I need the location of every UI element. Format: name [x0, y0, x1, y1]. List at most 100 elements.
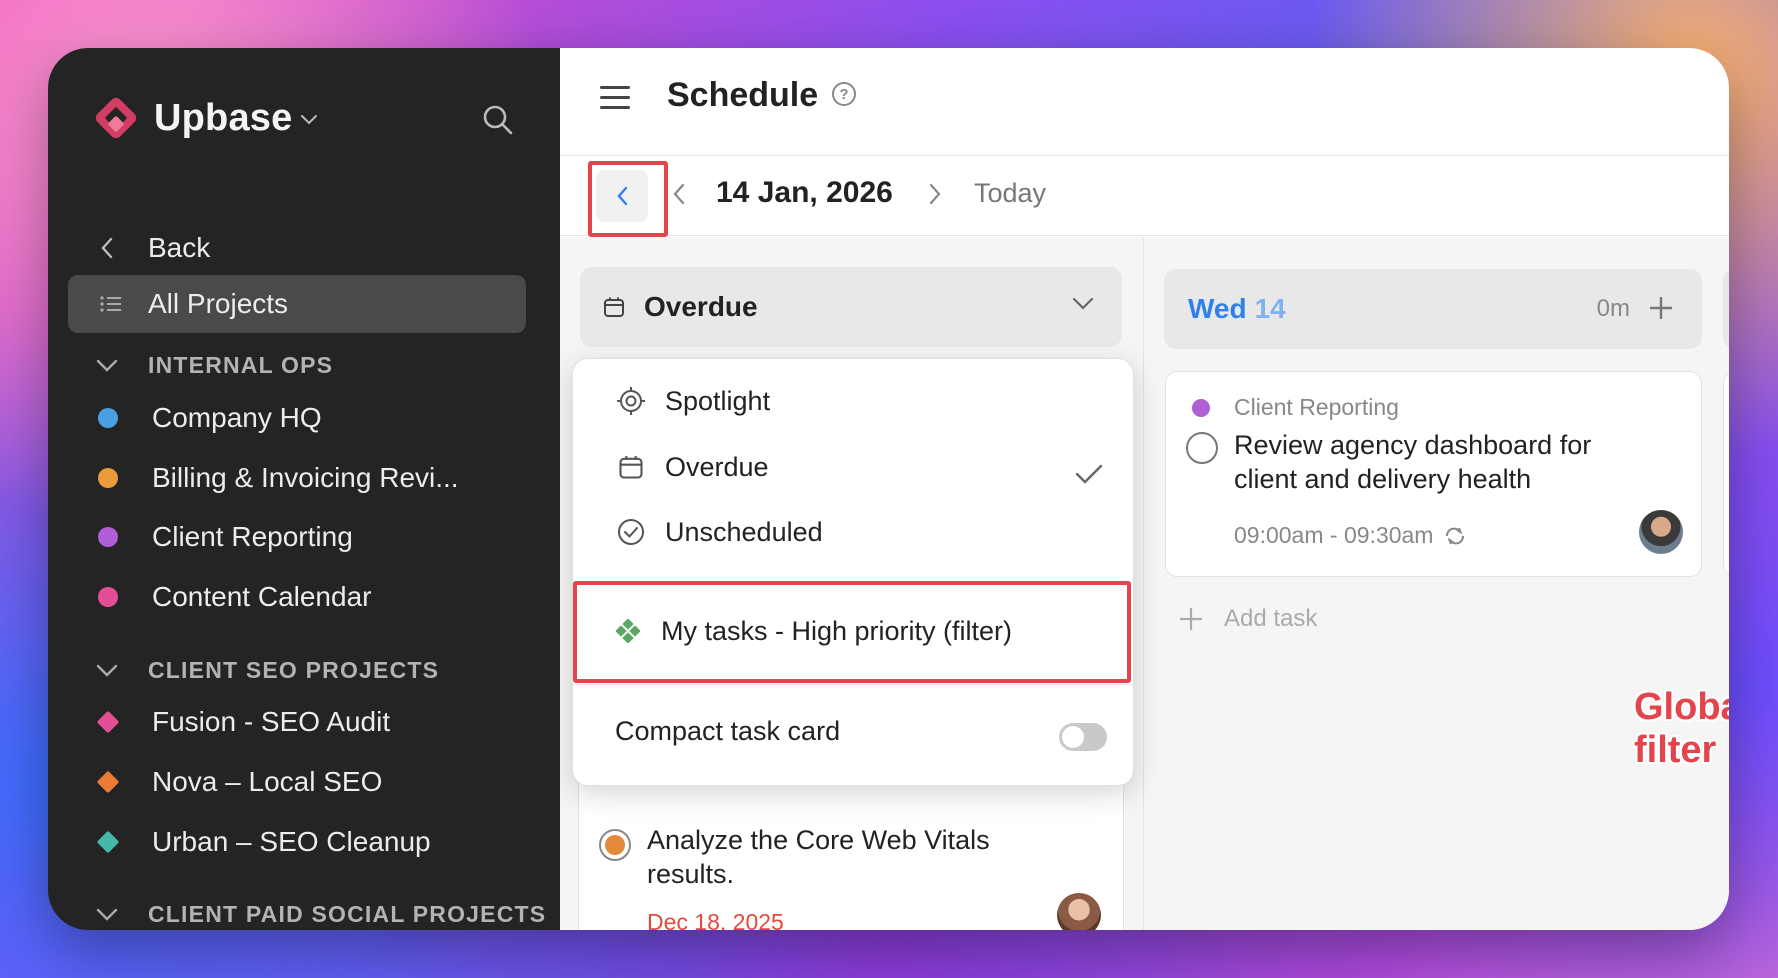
- project-color-dot: [98, 468, 118, 488]
- page-title: Schedule: [667, 76, 819, 114]
- checkmark-icon: [1075, 464, 1103, 484]
- add-task-label: Add task: [1224, 605, 1318, 632]
- section-client-seo-projects[interactable]: CLIENT SEO PROJECTS: [96, 657, 439, 684]
- project-name: Company HQ: [152, 402, 322, 433]
- section-title: INTERNAL OPS: [148, 352, 334, 378]
- compact-task-card-label: Compact task card: [615, 716, 841, 746]
- project-item[interactable]: Nova – Local SEO: [96, 766, 383, 798]
- task-status-checkbox[interactable]: [1186, 432, 1218, 464]
- workspace-name: Upbase: [154, 96, 293, 139]
- project-item[interactable]: Content Calendar: [98, 581, 371, 613]
- avatar: [1057, 893, 1101, 930]
- project-item[interactable]: Urban – SEO Cleanup: [96, 826, 431, 858]
- project-color-dot: [98, 408, 118, 428]
- task-time: 09:00am - 09:30am: [1234, 522, 1467, 549]
- project-color-dot: [1192, 398, 1210, 417]
- help-icon[interactable]: ?: [832, 82, 856, 106]
- app-window: Upbase Back All Projects INTERNAL OPS Co…: [48, 48, 1729, 930]
- chevron-down-icon: [301, 115, 318, 125]
- project-item[interactable]: Company HQ: [98, 402, 322, 434]
- target-icon: [615, 385, 647, 417]
- project-name: Content Calendar: [152, 581, 372, 612]
- compact-task-card-row: Compact task card: [615, 716, 840, 747]
- overdue-column-header[interactable]: Overdue: [580, 267, 1122, 347]
- project-name: Billing & Invoicing Revi...: [152, 462, 459, 493]
- annotation-label: Global filter: [1634, 686, 1729, 771]
- project-name: Urban – SEO Cleanup: [152, 826, 431, 857]
- project-name: Client Reporting: [152, 521, 353, 552]
- upbase-logo: [95, 97, 137, 139]
- menu-icon[interactable]: [600, 86, 630, 109]
- next-card-edge: [1723, 371, 1729, 577]
- project-diamond-icon: [96, 830, 120, 854]
- sidebar-item-all-projects[interactable]: All Projects: [68, 275, 526, 333]
- project-name: Fusion - SEO Audit: [152, 706, 391, 737]
- overdue-column-title: Overdue: [644, 291, 758, 322]
- add-task-button[interactable]: Add task: [1178, 605, 1317, 633]
- task-title: Analyze the Core Web Vitals results.: [647, 825, 990, 889]
- project-color-dot: [98, 587, 118, 607]
- menu-divider: [573, 684, 1133, 685]
- task-due-date: Dec 18, 2025: [647, 909, 784, 930]
- list-icon: [100, 295, 132, 313]
- task-project-name: Client Reporting: [1234, 394, 1399, 420]
- menu-item-unscheduled[interactable]: Unscheduled: [615, 516, 823, 548]
- task-status-checkbox[interactable]: [599, 829, 631, 861]
- chevron-down-icon: [1072, 297, 1094, 310]
- project-item[interactable]: Billing & Invoicing Revi...: [98, 462, 459, 494]
- chevron-down-icon: [96, 359, 124, 373]
- project-item[interactable]: Fusion - SEO Audit: [96, 706, 391, 738]
- plus-icon: [1180, 608, 1202, 630]
- menu-item-spotlight[interactable]: Spotlight: [615, 385, 770, 417]
- previous-day-icon[interactable]: [672, 182, 686, 206]
- day-column-header: Wed 14 0m: [1164, 269, 1702, 349]
- column-divider: [1143, 237, 1144, 930]
- avatar: [1639, 510, 1683, 554]
- menu-item-label: Overdue: [665, 451, 769, 482]
- section-client-paid-social[interactable]: CLIENT PAID SOCIAL PROJECTS: [96, 901, 546, 928]
- menu-item-overdue[interactable]: Overdue: [615, 451, 769, 483]
- project-item[interactable]: Client Reporting: [98, 521, 353, 553]
- repeat-icon: [1446, 527, 1465, 544]
- section-title: CLIENT PAID SOCIAL PROJECTS: [148, 901, 547, 927]
- check-circle-icon: [615, 516, 647, 548]
- back-link[interactable]: Back: [68, 219, 526, 277]
- highlight-box: [573, 581, 1131, 683]
- back-label: Back: [148, 232, 211, 263]
- next-column-edge: [1723, 269, 1729, 349]
- plus-icon[interactable]: [1648, 295, 1674, 321]
- menu-item-label: Unscheduled: [665, 516, 823, 547]
- highlight-box: [588, 161, 668, 237]
- view-dropdown-menu: Spotlight Overdue Unscheduled My tasks -…: [572, 358, 1134, 786]
- day-duration: 0m: [1596, 295, 1630, 322]
- next-day-icon[interactable]: [928, 182, 942, 206]
- all-projects-label: All Projects: [148, 288, 289, 319]
- task-project-tag: Client Reporting: [1192, 394, 1399, 421]
- day-number: 14: [1254, 293, 1286, 324]
- day-name: Wed: [1188, 293, 1247, 324]
- project-diamond-icon: [96, 710, 120, 734]
- main-panel: Schedule ? 14 Jan, 2026 Today Overdue An…: [560, 48, 1729, 930]
- today-button[interactable]: Today: [974, 178, 1046, 209]
- section-title: CLIENT SEO PROJECTS: [148, 657, 440, 683]
- menu-item-label: Spotlight: [665, 385, 771, 416]
- task-title: Review agency dashboard for client and d…: [1234, 430, 1592, 494]
- task-card[interactable]: Client Reporting Review agency dashboard…: [1165, 371, 1702, 577]
- top-bar: Schedule ?: [560, 48, 1729, 156]
- search-icon[interactable]: [480, 102, 516, 138]
- workspace-switcher[interactable]: Upbase: [92, 94, 318, 142]
- sidebar: Upbase Back All Projects INTERNAL OPS Co…: [48, 48, 560, 930]
- date-navigation: 14 Jan, 2026 Today: [560, 156, 1729, 237]
- chevron-left-icon: [100, 237, 132, 259]
- project-color-dot: [98, 527, 118, 547]
- calendar-icon: [604, 297, 624, 317]
- section-internal-ops[interactable]: INTERNAL OPS: [96, 352, 333, 379]
- calendar-icon: [615, 451, 647, 483]
- current-date: 14 Jan, 2026: [716, 176, 893, 209]
- task-time-range: 09:00am - 09:30am: [1234, 522, 1434, 548]
- project-diamond-icon: [96, 770, 120, 794]
- chevron-down-icon: [96, 908, 124, 922]
- compact-task-card-toggle[interactable]: [1059, 723, 1107, 751]
- project-name: Nova – Local SEO: [152, 766, 383, 797]
- chevron-down-icon: [96, 664, 124, 678]
